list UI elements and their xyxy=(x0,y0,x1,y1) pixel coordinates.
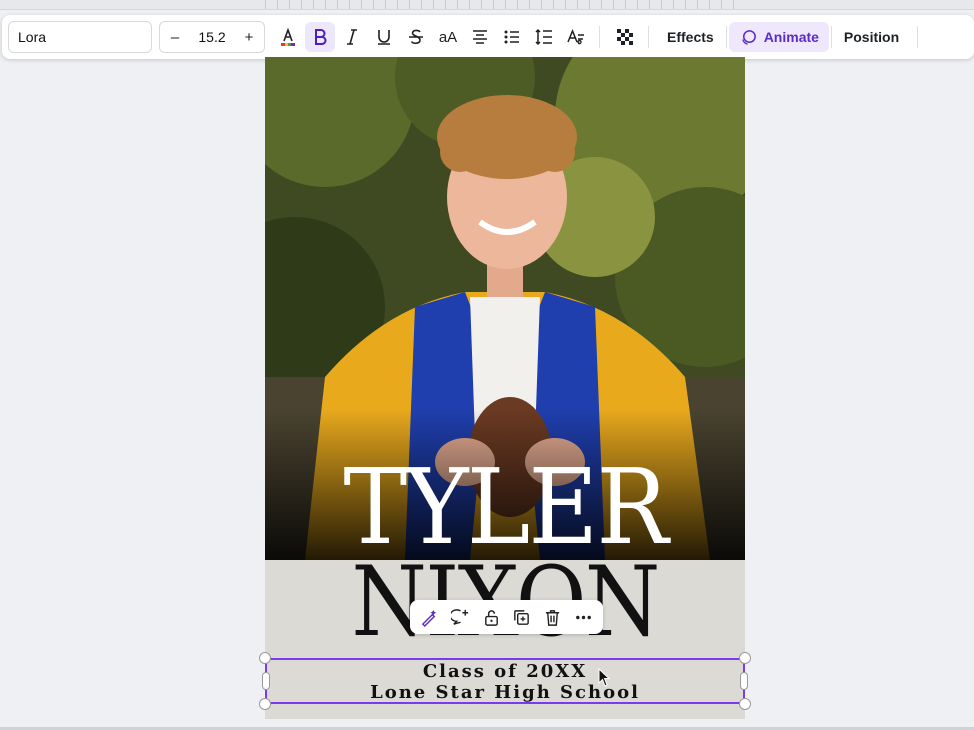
strikethrough-icon[interactable] xyxy=(401,22,431,52)
resize-handle-top-right[interactable] xyxy=(739,652,751,664)
first-name-text[interactable]: TYLER xyxy=(284,455,726,559)
mouse-cursor-icon xyxy=(598,667,612,693)
toolbar-divider xyxy=(725,26,727,48)
align-center-icon[interactable] xyxy=(465,22,495,52)
effects-button[interactable]: Effects xyxy=(657,22,724,52)
toolbar-divider xyxy=(648,26,649,48)
animate-button[interactable]: Animate xyxy=(728,22,829,52)
text-toolbar: Lora – 15.2 + aA Effects Animate Positio… xyxy=(2,15,974,59)
lock-icon[interactable] xyxy=(478,604,504,630)
position-button[interactable]: Position xyxy=(834,22,909,52)
animate-icon xyxy=(741,29,756,45)
more-icon[interactable] xyxy=(571,604,597,630)
letter-case-icon[interactable]: aA xyxy=(433,22,463,52)
class-year-line: Class of 20XX xyxy=(422,661,588,682)
duplicate-icon[interactable] xyxy=(509,604,535,630)
font-family-label: Lora xyxy=(18,29,47,45)
transparency-icon[interactable] xyxy=(610,22,640,52)
resize-handle-left[interactable] xyxy=(262,672,270,690)
text-color-icon[interactable] xyxy=(273,22,303,52)
spacing-icon[interactable] xyxy=(529,22,559,52)
senior-portrait-photo[interactable]: TYLER xyxy=(265,57,745,560)
resize-handle-bottom-right[interactable] xyxy=(739,698,751,710)
font-size-stepper: – 15.2 + xyxy=(159,21,265,53)
toolbar-divider xyxy=(599,26,600,48)
letter-case-label: aA xyxy=(438,28,458,46)
increase-font-size-button[interactable]: + xyxy=(243,29,255,46)
ruler xyxy=(0,0,974,10)
bold-icon[interactable] xyxy=(305,22,335,52)
toolbar-divider xyxy=(917,26,919,48)
selected-text-box[interactable]: Class of 20XX Lone Star High School xyxy=(259,652,751,710)
font-size-input[interactable]: 15.2 xyxy=(198,29,225,45)
italic-icon[interactable] xyxy=(337,22,367,52)
resize-handle-right[interactable] xyxy=(740,672,748,690)
toolbar-divider xyxy=(830,26,832,48)
text-effects-icon[interactable] xyxy=(561,22,591,52)
resize-handle-top-left[interactable] xyxy=(259,652,271,664)
underline-icon[interactable] xyxy=(369,22,399,52)
ruler-ticks xyxy=(265,0,745,9)
bullet-list-icon[interactable] xyxy=(497,22,527,52)
school-name-line: Lone Star High School xyxy=(370,682,640,703)
animate-label: Animate xyxy=(763,29,819,45)
decrease-font-size-button[interactable]: – xyxy=(169,29,181,46)
trash-icon[interactable] xyxy=(540,604,566,630)
resize-handle-bottom-left[interactable] xyxy=(259,698,271,710)
class-school-text[interactable]: Class of 20XX Lone Star High School xyxy=(267,661,743,703)
magic-edit-icon[interactable] xyxy=(416,604,442,630)
font-family-select[interactable]: Lora xyxy=(8,21,152,53)
element-context-menu xyxy=(410,600,603,634)
comment-icon[interactable] xyxy=(447,604,473,630)
